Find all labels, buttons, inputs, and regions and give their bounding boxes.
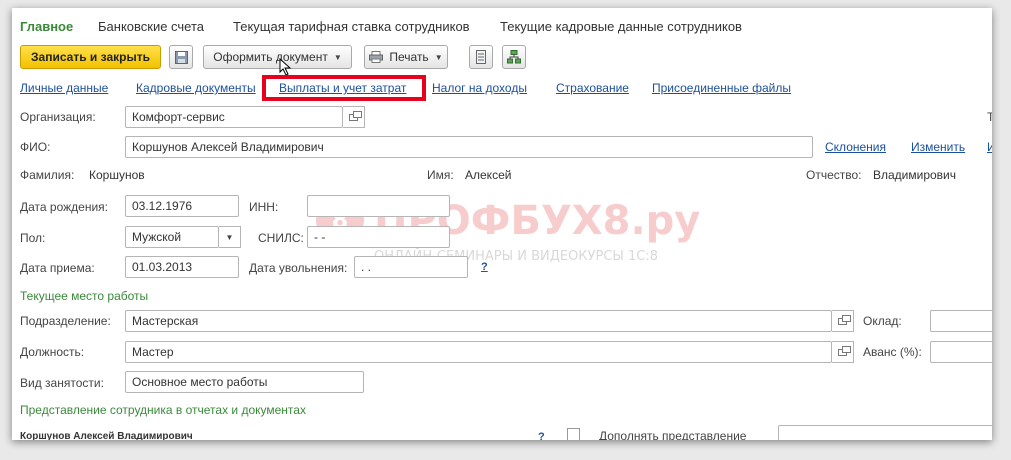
inn-field[interactable] [307,195,450,217]
employment-type-field[interactable]: Основное место работы [125,371,364,393]
tab-bank-accounts[interactable]: Банковские счета [98,19,204,34]
fio-field[interactable]: Коршунов Алексей Владимирович [125,136,813,158]
link-declensions[interactable]: Склонения [825,140,886,154]
patronymic-label: Отчество: [806,168,862,182]
floppy-disk-icon [174,50,188,64]
surname-label: Фамилия: [20,168,75,182]
chevron-down-icon: ▼ [333,52,342,62]
advance-label: Аванс (%): [863,345,922,359]
structure-button[interactable] [502,45,526,69]
tab-tariff-rate[interactable]: Текущая тарифная ставка сотрудников [233,19,470,34]
name-label: Имя: [427,168,454,182]
dismissal-help-link[interactable]: ? [481,261,488,273]
open-organization-button[interactable] [343,106,365,128]
mouse-cursor-icon [279,58,292,76]
chevron-down-icon: ▼ [434,52,443,62]
save-close-button[interactable]: Записать и закрыть [20,45,161,69]
advance-field[interactable] [930,341,992,363]
name-value: Алексей [465,168,512,182]
clipped-edge-link[interactable]: И [987,140,992,154]
department-label: Подразделение: [20,314,111,328]
link-personal-data[interactable]: Личные данные [20,81,108,95]
supplement-label: Дополнять представление [599,429,747,440]
snils-field[interactable]: - - [307,226,450,248]
surname-value: Коршунов [89,168,145,182]
organization-label: Организация: [20,110,96,124]
issue-document-label: Оформить документ [213,50,328,64]
dismissal-date-field[interactable]: . . [354,256,468,278]
birth-date-field[interactable]: 03.12.1976 [125,195,239,217]
issue-document-button[interactable]: Оформить документ ▼ [203,45,352,69]
inn-label: ИНН: [249,200,279,214]
representation-help-link[interactable]: ? [538,431,545,440]
clipped-edge-label: Т [987,110,992,124]
open-department-button[interactable] [832,310,854,332]
representation-name: Коршунов Алексей Владимирович [20,431,193,440]
document-list-icon [476,50,486,64]
patronymic-value: Владимирович [873,168,957,182]
hire-date-label: Дата приема: [20,261,95,275]
representation-section-title: Представление сотрудника в отчетах и док… [20,403,306,417]
link-income-tax[interactable]: Налог на доходы [432,81,527,95]
birth-date-label: Дата рождения: [20,200,108,214]
link-hr-documents[interactable]: Кадровые документы [136,81,256,95]
open-form-icon [349,110,362,121]
gender-dropdown-button[interactable]: ▼ [219,226,241,248]
hire-date-field[interactable]: 01.03.2013 [125,256,239,278]
link-change[interactable]: Изменить [911,140,965,154]
report-button[interactable] [469,45,493,69]
position-field[interactable]: Мастер [125,341,832,363]
open-position-button[interactable] [832,341,854,363]
dismissal-date-label: Дата увольнения: [249,261,348,275]
tab-main[interactable]: Главное [20,19,73,34]
supplement-field[interactable] [778,425,992,440]
print-button[interactable]: Печать ▼ [364,45,448,69]
printer-icon [369,51,384,63]
tab-hr-data[interactable]: Текущие кадровые данные сотрудников [500,19,742,34]
save-button[interactable] [169,45,193,69]
link-insurance[interactable]: Страхование [556,81,629,95]
gender-select[interactable]: Мужской [125,226,219,248]
save-close-label: Записать и закрыть [31,50,150,64]
chevron-down-icon: ▼ [225,232,234,242]
link-attached-files[interactable]: Присоединенные файлы [652,81,791,95]
hierarchy-icon [507,50,521,64]
open-form-icon [838,345,851,356]
position-label: Должность: [20,345,85,359]
form-window: Главное Банковские счета Текущая тарифна… [12,8,992,440]
fio-label: ФИО: [20,140,51,154]
employment-type-label: Вид занятости: [20,376,104,390]
salary-field[interactable] [930,310,992,332]
highlight-frame [262,75,426,101]
gender-label: Пол: [20,231,46,245]
department-field[interactable]: Мастерская [125,310,832,332]
salary-label: Оклад: [863,314,902,328]
print-label: Печать [389,50,429,64]
snils-label: СНИЛС: [258,231,304,245]
workplace-section-title: Текущее место работы [20,289,149,303]
organization-field[interactable]: Комфорт-сервис [125,106,343,128]
supplement-checkbox[interactable] [567,428,580,440]
open-form-icon [838,314,851,325]
